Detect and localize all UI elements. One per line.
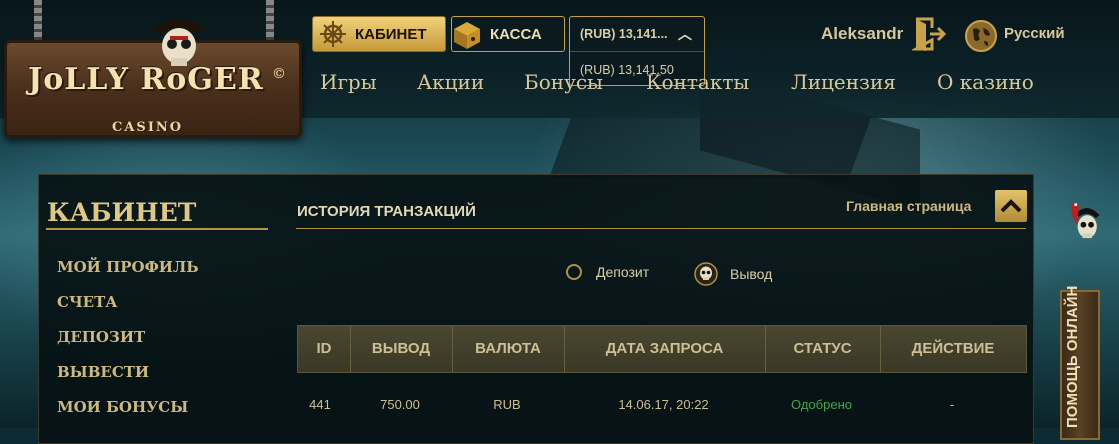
nav-item-license[interactable]: Лицензия — [791, 70, 896, 94]
skull-radio-checked-icon — [694, 262, 718, 286]
balance-selected: (RUB) 13,141... — [580, 27, 668, 41]
cell-currency: RUB — [493, 397, 521, 412]
dropdown-divider — [570, 51, 704, 52]
username[interactable]: Aleksandr — [821, 24, 903, 44]
filter-deposit-label: Депозит — [596, 264, 650, 280]
logo-subtitle: CASINO — [112, 120, 184, 135]
sidebar-item-profile[interactable]: МОЙ ПРОФИЛЬ — [57, 258, 199, 276]
page-title: ИСТОРИЯ ТРАНЗАКЦИЙ — [297, 203, 476, 220]
chevron-up-icon[interactable]: ︿ — [678, 24, 692, 44]
cabinet-button-label: КАБИНЕТ — [355, 25, 427, 43]
online-help-label[interactable]: ПОМОЩЬ ОНЛАЙН — [1064, 286, 1081, 428]
globe-icon[interactable] — [964, 19, 998, 53]
column-header-date: ДАТА ЗАПРОСА — [605, 340, 724, 357]
radio-unchecked-icon — [566, 264, 582, 280]
copyright-mark: © — [272, 66, 286, 82]
table-header: ID ВЫВОД ВАЛЮТА ДАТА ЗАПРОСА СТАТУС ДЕЙС… — [297, 325, 1027, 373]
sidebar-item-bonuses[interactable]: МОИ БОНУСЫ — [57, 398, 188, 416]
page-title-underline — [296, 228, 1026, 229]
sidebar-item-deposit[interactable]: ДЕПОЗИТ — [57, 328, 145, 346]
home-link[interactable]: Главная страница — [846, 198, 971, 214]
sidebar-item-withdraw[interactable]: ВЫВЕСТИ — [57, 363, 149, 381]
nav-item-about[interactable]: О казино — [937, 70, 1034, 94]
logout-icon[interactable] — [912, 16, 946, 52]
scroll-up-button[interactable] — [995, 190, 1027, 222]
nav-item-games[interactable]: Игры — [320, 70, 377, 94]
logo-text: JoLLY RoGER — [28, 62, 264, 97]
sidebar-title-underline — [46, 228, 268, 230]
kassa-button-label: КАССА — [490, 25, 542, 43]
language-selector[interactable]: Русский — [1004, 25, 1065, 42]
treasure-chest-icon — [454, 22, 480, 49]
cell-amount: 750.00 — [380, 397, 420, 412]
sidebar-item-accounts[interactable]: СЧЕТА — [57, 293, 117, 311]
sidebar-title: КАБИНЕТ — [47, 198, 197, 227]
nav-item-promotions[interactable]: Акции — [417, 70, 484, 94]
column-header-id: ID — [316, 340, 332, 357]
filter-withdraw-radio[interactable]: Вывод — [694, 262, 772, 286]
filter-deposit-radio[interactable]: Депозит — [566, 264, 649, 280]
cell-action[interactable]: - — [879, 397, 1025, 412]
kassa-button[interactable]: КАССА — [451, 16, 565, 52]
cell-id: 441 — [309, 397, 331, 412]
filter-withdraw-label: Вывод — [730, 266, 773, 282]
nav-item-bonuses[interactable]: Бонусы — [524, 70, 603, 94]
nav-item-contacts[interactable]: Контакты — [646, 70, 749, 94]
cell-date: 14.06.17, 20:22 — [618, 397, 709, 412]
column-header-withdraw: ВЫВОД — [371, 340, 431, 357]
chevron-up-icon — [1000, 199, 1022, 213]
ship-wheel-icon — [320, 21, 346, 47]
status-badge: Одобрено — [791, 397, 852, 412]
column-header-action: ДЕЙСТВИЕ — [911, 340, 995, 357]
cabinet-button[interactable]: КАБИНЕТ — [312, 16, 446, 52]
column-header-status: СТАТУС — [793, 340, 852, 357]
column-header-currency: ВАЛЮТА — [475, 340, 541, 357]
